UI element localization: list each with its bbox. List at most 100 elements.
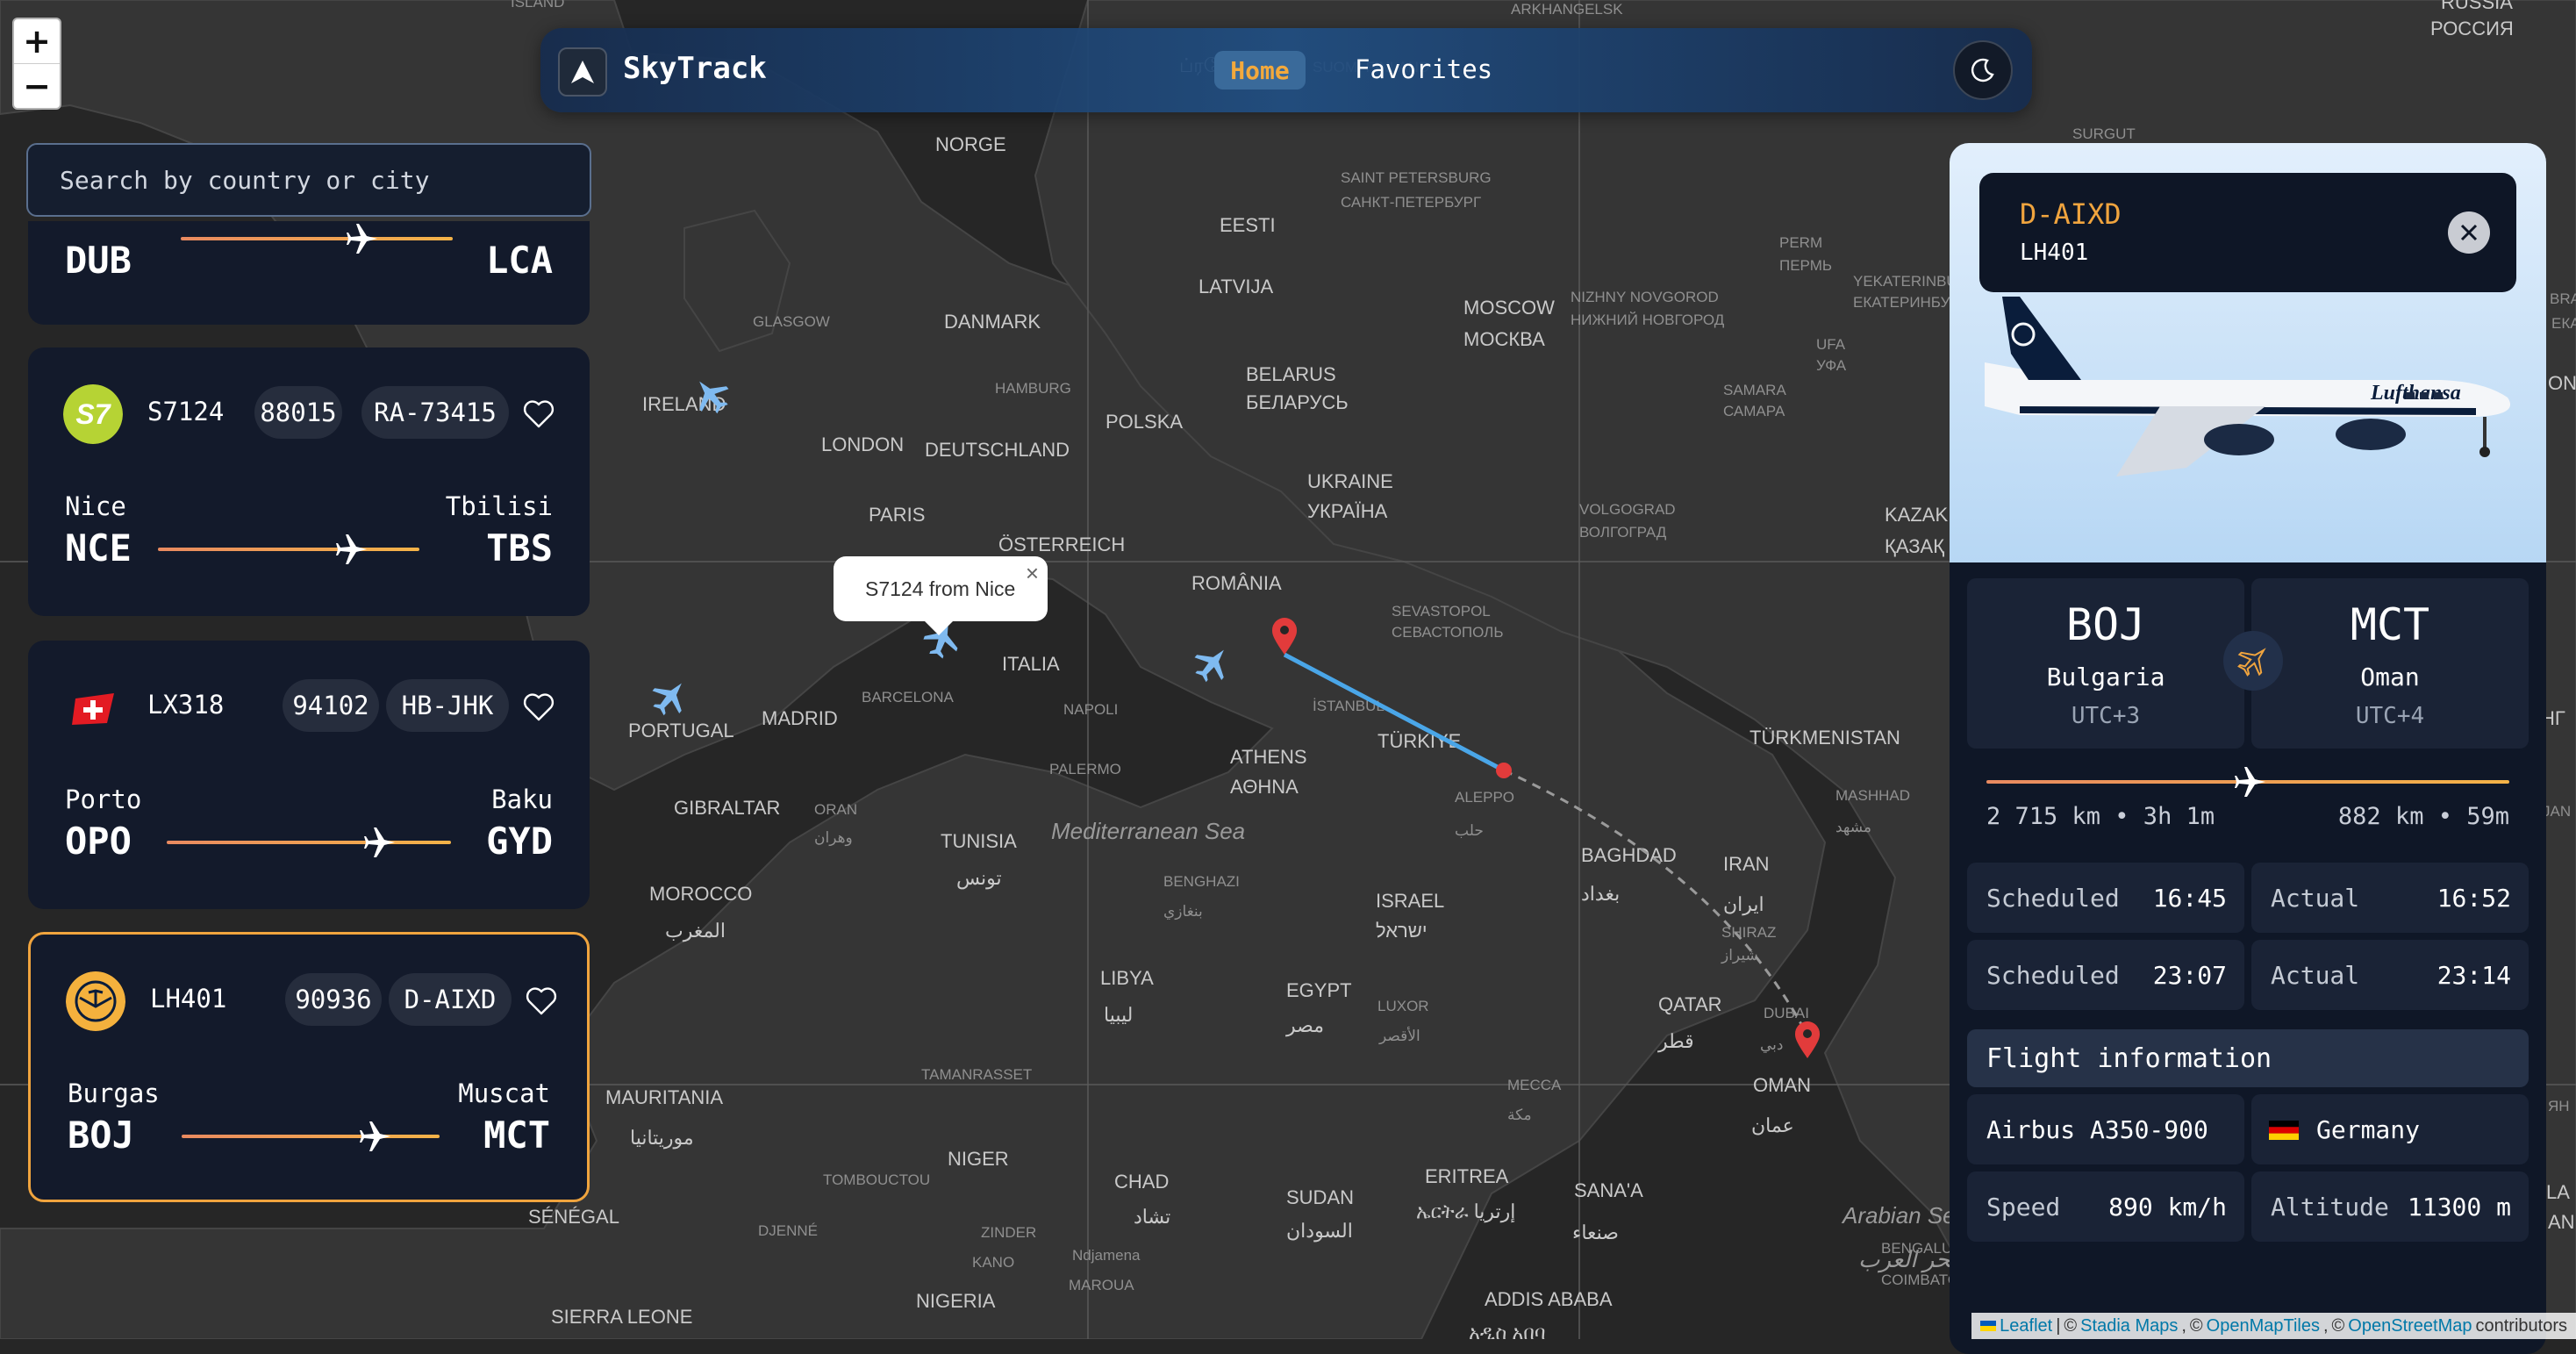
stadia-link[interactable]: Stadia Maps xyxy=(2080,1316,2178,1336)
altitude-box: Altitude 11300 m xyxy=(2251,1171,2529,1242)
map-label: NORGE xyxy=(935,133,1006,155)
map-label: MAURITANIA xyxy=(605,1086,723,1108)
favorite-heart-icon[interactable] xyxy=(524,984,559,1019)
map-label: GLASGOW xyxy=(753,313,830,330)
destination-code: TBS xyxy=(486,527,553,570)
map-label: OMAN xyxy=(1753,1074,1811,1096)
map-label: JAN xyxy=(2543,803,2571,820)
flight-card[interactable]: DUB LCA xyxy=(28,221,590,325)
plane-icon xyxy=(347,224,377,254)
aircraft-country: Germany xyxy=(2251,1094,2529,1164)
map-label: AND xyxy=(2548,1211,2576,1233)
nav-favorites-link[interactable]: Favorites xyxy=(1355,54,1492,84)
lufthansa-airline-logo-icon xyxy=(66,971,125,1031)
map-label: NIGER xyxy=(948,1148,1009,1170)
departure-scheduled: Scheduled 16:45 xyxy=(1967,863,2244,933)
close-button[interactable] xyxy=(2448,211,2490,254)
map-label: MADRID xyxy=(762,707,838,729)
speed-value: 890 km/h xyxy=(2108,1193,2227,1221)
flight-id-badge: 90936 xyxy=(285,973,382,1026)
map-label: PARIS xyxy=(869,504,925,526)
origin-code: NCE xyxy=(65,527,132,570)
copyright-symbol: © xyxy=(2331,1315,2345,1336)
map-label: وهران xyxy=(814,829,853,847)
close-icon xyxy=(2460,224,2478,241)
flight-card-selected[interactable]: LH401 90936 D-AIXD Burgas BOJ Muscat MCT xyxy=(28,932,590,1202)
arrival-scheduled: Scheduled 23:07 xyxy=(1967,940,2244,1010)
germany-flag-icon xyxy=(2269,1121,2299,1140)
map-label: مكة xyxy=(1507,1107,1532,1123)
scheduled-label: Scheduled xyxy=(1986,884,2120,913)
map-label: TUNISIA xyxy=(941,830,1017,852)
moon-icon xyxy=(1971,58,1994,82)
theme-toggle-button[interactable] xyxy=(1953,40,2013,100)
map-label: Ndjamena xyxy=(1072,1247,1141,1264)
app-logo-icon[interactable] xyxy=(558,47,607,97)
map-label: ПЕРМЬ xyxy=(1779,257,1832,274)
map-label: ВОЛГОГРАД xyxy=(1579,524,1667,541)
swiss-airline-logo-icon xyxy=(72,693,114,725)
map-label: IRAN xyxy=(1723,853,1770,875)
destination-country: Oman xyxy=(2360,663,2420,691)
favorite-heart-icon[interactable] xyxy=(521,690,556,725)
map-label: ISRAEL xyxy=(1376,890,1444,912)
flight-id-badge: 88015 xyxy=(254,386,342,439)
map-label: LATVIJA xyxy=(1199,276,1274,297)
origin-city: Burgas xyxy=(68,1078,160,1108)
map-label: СЕВАСТОПОЛЬ xyxy=(1392,624,1503,641)
arrival-actual: Actual 23:14 xyxy=(2251,940,2529,1010)
map-label: BRA xyxy=(2550,290,2576,307)
origin-utc: UTC+3 xyxy=(2071,703,2141,729)
map-label: NIGERIA xyxy=(916,1290,996,1312)
map-label: ROMÂNIA xyxy=(1191,572,1282,594)
favorite-heart-icon[interactable] xyxy=(521,397,556,432)
zoom-in-button[interactable]: + xyxy=(14,19,60,63)
map-label: ITALIA xyxy=(1002,653,1060,675)
flight-card[interactable]: LX318 94102 HB-JHK Porto OPO Baku GYD xyxy=(28,641,590,909)
brand-name[interactable]: SkyTrack xyxy=(623,51,767,86)
map-label: NAPOLI xyxy=(1063,701,1118,718)
separator: | xyxy=(2056,1315,2061,1336)
zoom-out-button[interactable]: − xyxy=(14,63,60,108)
map-label: السودان xyxy=(1286,1220,1353,1243)
map-attribution: Leaflet | © Stadia Maps, © OpenMapTiles,… xyxy=(1971,1313,2576,1339)
destination-code: MCT xyxy=(2350,599,2430,650)
map-label: GIBRALTAR xyxy=(674,797,780,819)
map-label: LIBYA xyxy=(1100,967,1154,989)
flight-info-heading: Flight information xyxy=(1967,1029,2529,1087)
popup-close-button[interactable]: × xyxy=(1026,560,1039,587)
map-label: BAGHDAD xyxy=(1581,844,1677,866)
map-label: قطر xyxy=(1657,1030,1694,1053)
plane-icon xyxy=(364,827,395,857)
altitude-value: 11300 m xyxy=(2407,1193,2511,1221)
openstreetmap-link[interactable]: OpenStreetMap xyxy=(2348,1316,2472,1336)
map-label: ARKHANGELSK xyxy=(1511,1,1623,18)
map-label: RUSSIA xyxy=(2441,0,2513,13)
map-label: المغرب xyxy=(665,920,726,942)
actual-time: 23:14 xyxy=(2436,961,2511,990)
map-label: KAZAK xyxy=(1885,504,1948,526)
map-label: UFA xyxy=(1816,336,1846,353)
flight-card[interactable]: S7 S7124 88015 RA-73415 Nice NCE Tbilisi… xyxy=(28,347,590,616)
map-label: SAMARA xyxy=(1723,382,1786,398)
map-label: TÜRKMENISTAN xyxy=(1750,727,1900,749)
destination-city: Baku xyxy=(491,784,553,814)
map-label: BENGHAZI xyxy=(1163,873,1240,890)
origin-code: BOJ xyxy=(68,1114,134,1157)
map-label: DUBAI xyxy=(1764,1005,1809,1021)
map-label: NIZHNY NOVGOROD xyxy=(1571,289,1719,305)
openmaptiles-link[interactable]: OpenMapTiles xyxy=(2207,1316,2320,1336)
map-label: UKRAINE xyxy=(1307,470,1393,492)
flight-id-badge: 94102 xyxy=(283,679,379,732)
map-label: НИЖНИЙ НОВГОРОД xyxy=(1571,312,1725,328)
search-input[interactable] xyxy=(26,143,591,217)
destination-city: Tbilisi xyxy=(445,491,553,521)
current-position-marker xyxy=(1496,763,1512,778)
map-label: ЕКАТ xyxy=(2551,315,2576,332)
comma: , xyxy=(2322,1315,2329,1336)
map-label: አዲስ አበባ xyxy=(1469,1322,1545,1339)
origin-country: Bulgaria xyxy=(2046,663,2165,691)
nav-home-link[interactable]: Home xyxy=(1214,51,1306,90)
map-label: DEUTSCHLAND xyxy=(925,439,1070,461)
leaflet-link[interactable]: Leaflet xyxy=(2000,1316,2052,1336)
